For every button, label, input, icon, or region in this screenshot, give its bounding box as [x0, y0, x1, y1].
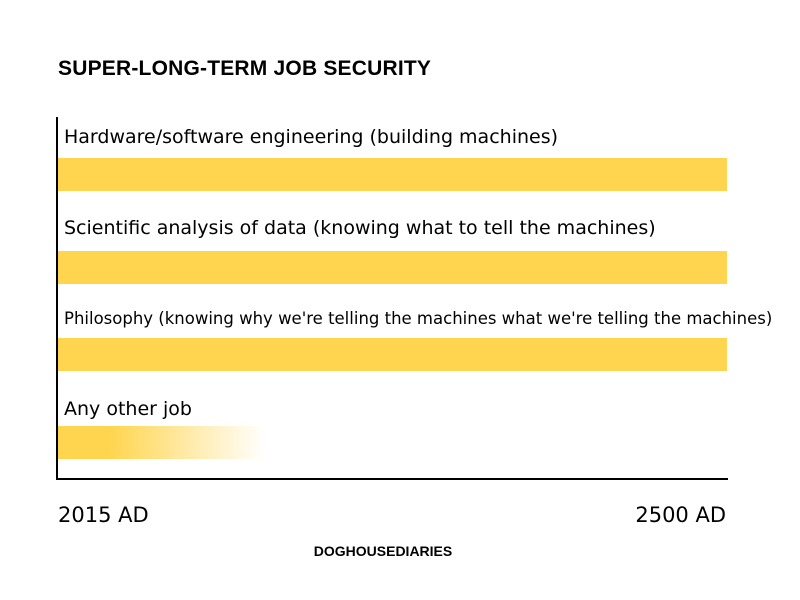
bar-hardware: [58, 158, 727, 191]
category-label-hardware: Hardware/software engineering (building …: [64, 126, 559, 148]
x-axis-line: [56, 478, 728, 480]
chart-title: SUPER-LONG-TERM JOB SECURITY: [58, 57, 432, 80]
x-tick-label-start: 2015 AD: [58, 503, 149, 527]
category-label-philosophy: Philosophy (knowing why we're telling th…: [64, 309, 773, 328]
bar-other: [58, 426, 265, 459]
bar-science: [58, 251, 727, 284]
x-tick-label-end: 2500 AD: [635, 503, 726, 527]
category-label-other: Any other job: [64, 398, 192, 420]
bar-philosophy: [58, 338, 727, 371]
credit-text: DOGHOUSEDIARIES: [313, 543, 453, 559]
category-label-science: Scientific analysis of data (knowing wha…: [64, 217, 656, 239]
